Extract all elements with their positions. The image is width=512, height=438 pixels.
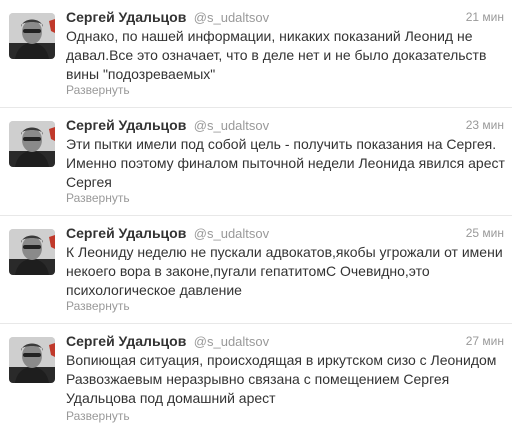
- author-handle[interactable]: @s_udaltsov: [194, 10, 269, 25]
- author-handle[interactable]: @s_udaltsov: [194, 118, 269, 133]
- tweet-text: Эти пытки имели под собой цель - получит…: [66, 136, 505, 190]
- expand-link[interactable]: Развернуть: [66, 191, 130, 205]
- tweet-timestamp[interactable]: 23 мин: [466, 118, 504, 132]
- author-name[interactable]: Сергей Удальцов: [66, 9, 186, 25]
- tweet-item[interactable]: Сергей Удальцов @s_udaltsov 21 мин Однак…: [0, 0, 512, 108]
- tweet-timestamp[interactable]: 27 мин: [466, 334, 504, 348]
- avatar[interactable]: [9, 13, 55, 59]
- tweet-item[interactable]: Сергей Удальцов @s_udaltsov 23 мин Эти п…: [0, 108, 512, 216]
- tweet-text: К Леониду неделю не пускали адвокатов,як…: [66, 244, 503, 298]
- tweet-timestamp[interactable]: 25 мин: [466, 226, 504, 240]
- tweet-text: Однако, по нашей информации, никаких пок…: [66, 28, 487, 82]
- tweet-item[interactable]: Сергей Удальцов @s_udaltsov 27 мин Вопию…: [0, 324, 512, 438]
- tweet-item[interactable]: Сергей Удальцов @s_udaltsov 25 мин К Лео…: [0, 216, 512, 324]
- author-name[interactable]: Сергей Удальцов: [66, 225, 186, 241]
- expand-link[interactable]: Развернуть: [66, 299, 130, 313]
- avatar[interactable]: [9, 337, 55, 383]
- avatar[interactable]: [9, 229, 55, 275]
- tweet-text: Вопиющая ситуация, происходящая в иркутс…: [66, 352, 497, 406]
- author-name[interactable]: Сергей Удальцов: [66, 333, 186, 349]
- expand-link[interactable]: Развернуть: [66, 83, 130, 97]
- author-name[interactable]: Сергей Удальцов: [66, 117, 186, 133]
- author-handle[interactable]: @s_udaltsov: [194, 226, 269, 241]
- author-handle[interactable]: @s_udaltsov: [194, 334, 269, 349]
- tweet-timestamp[interactable]: 21 мин: [466, 10, 504, 24]
- avatar[interactable]: [9, 121, 55, 167]
- expand-link[interactable]: Развернуть: [66, 409, 130, 423]
- tweet-timeline: Сергей Удальцов @s_udaltsov 21 мин Однак…: [0, 0, 512, 438]
